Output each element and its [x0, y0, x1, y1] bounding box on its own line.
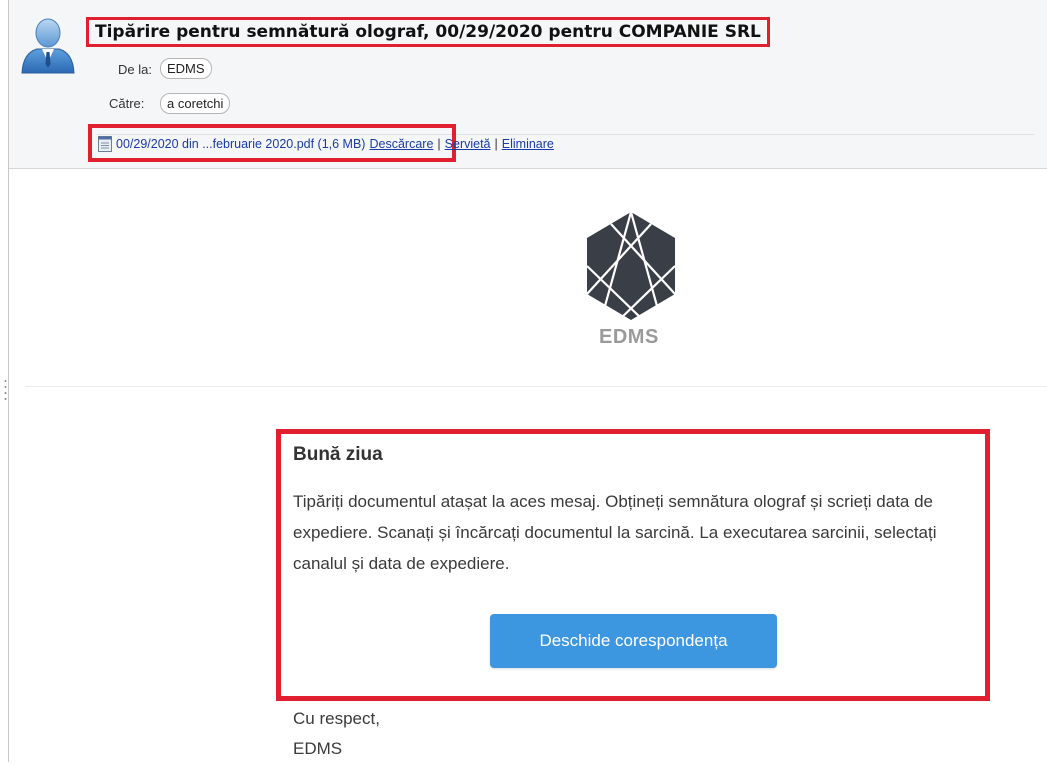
open-correspondence-button[interactable]: Deschide corespondența [490, 614, 777, 668]
signature-text: EDMS [293, 739, 343, 758]
signoff: Cu respect, EDMS [293, 704, 380, 764]
briefcase-link[interactable]: Servietă [445, 137, 491, 151]
card-divider [25, 386, 1047, 387]
action-separator: | [437, 137, 441, 151]
download-link[interactable]: Descărcare [369, 137, 433, 151]
to-label: Către: [109, 96, 145, 111]
edms-hexagon-logo [586, 211, 676, 321]
open-correspondence-label: Deschide corespondența [539, 631, 728, 650]
subject-text: Tipărire pentru semnătură olograf, 00/29… [95, 22, 761, 42]
brand-name: EDMS [599, 326, 659, 348]
recipient-chip[interactable]: a coretchi [160, 93, 231, 114]
attachment-row: 00/29/2020 din ...februarie 2020.pdf (1,… [98, 136, 554, 152]
remove-link[interactable]: Eliminare [502, 137, 554, 151]
action-separator: | [494, 137, 498, 151]
header-divider [9, 168, 1047, 169]
user-avatar-icon [21, 18, 75, 74]
attachment-file-name[interactable]: 00/29/2020 din ...februarie 2020.pdf (1,… [116, 137, 365, 151]
resize-grip[interactable] [4, 378, 7, 402]
closing-text: Cu respect, [293, 709, 380, 728]
subject-title: Tipărire pentru semnătură olograf, 00/29… [86, 17, 770, 47]
greeting-heading: Bună ziua [293, 444, 383, 465]
instructions-paragraph: Tipăriți documentul atașat la aces mesaj… [293, 492, 937, 573]
from-label: De la: [118, 62, 152, 77]
sender-chip[interactable]: EDMS [160, 58, 212, 79]
pdf-file-icon[interactable] [98, 136, 112, 152]
